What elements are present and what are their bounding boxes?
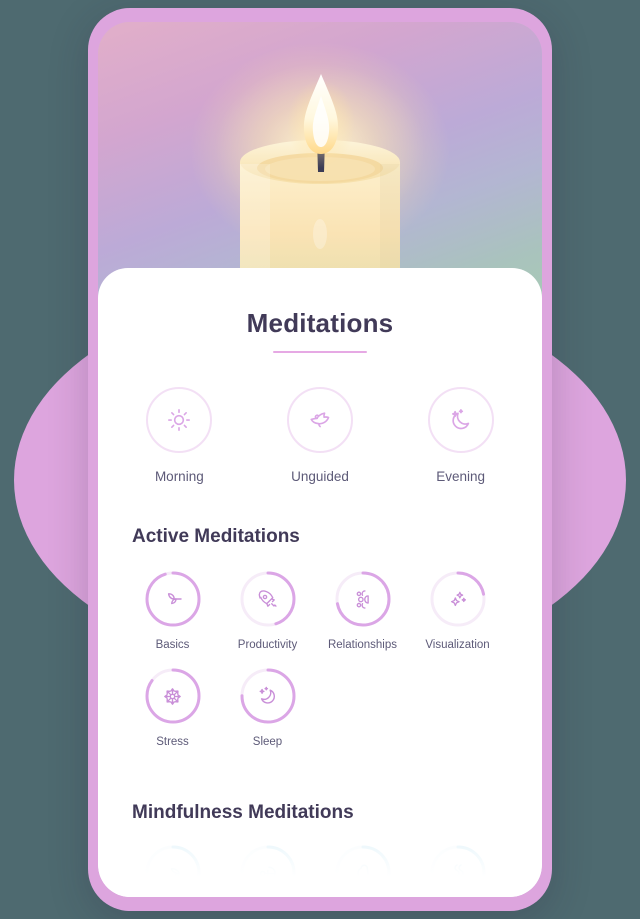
sprout-icon <box>167 593 182 605</box>
dove-icon <box>310 412 330 428</box>
quick-label: Unguided <box>291 469 349 484</box>
icon-wrap <box>239 570 297 628</box>
progress-ring <box>144 667 202 725</box>
progress-ring <box>429 570 487 628</box>
phone-frame: Meditations Morning Unguided Evening Act… <box>88 8 552 911</box>
icon-wrap <box>334 570 392 628</box>
content-card: Meditations Morning Unguided Evening Act… <box>98 268 542 897</box>
progress-ring <box>239 570 297 628</box>
section-title-active: Active Meditations <box>132 526 300 547</box>
progress-ring <box>334 570 392 628</box>
phone-screen: Meditations Morning Unguided Evening Act… <box>98 22 542 897</box>
meditation-label: Sleep <box>252 736 283 748</box>
progress-ring <box>429 844 487 897</box>
icon-wrap <box>429 570 487 628</box>
leaf-icon <box>170 867 180 879</box>
cloud-icon <box>356 864 369 882</box>
progress-ring <box>144 844 202 897</box>
wave-icon <box>453 864 464 883</box>
mindfulness-item-3[interactable] <box>322 844 403 897</box>
quick-icon-circle <box>146 387 213 453</box>
quick-item-evening[interactable]: Evening <box>413 387 508 484</box>
flower-icon <box>164 687 181 705</box>
quick-icon-circle <box>427 387 494 453</box>
meditation-item-sleep[interactable]: Sleep <box>227 667 308 748</box>
quick-category-row: Morning Unguided Evening <box>132 387 508 484</box>
icon-wrap <box>144 844 202 897</box>
moon-stars-icon <box>452 408 470 429</box>
meditation-label: Visualization <box>425 639 490 651</box>
quick-item-morning[interactable]: Morning <box>132 387 227 484</box>
active-meditations-grid: Basics Productivity Relationships Visual… <box>132 570 508 764</box>
meditation-label: Stress <box>156 736 189 748</box>
meditation-item-stress[interactable]: Stress <box>132 667 213 748</box>
anchor-icon <box>259 866 276 880</box>
people-icon <box>356 589 369 609</box>
icon-wrap <box>239 667 297 725</box>
meditation-item-relationships[interactable]: Relationships <box>322 570 403 651</box>
meditation-item-visualization[interactable]: Visualization <box>417 570 498 651</box>
quick-label: Morning <box>154 469 204 484</box>
progress-ring <box>334 844 392 897</box>
section-title-mindfulness: Mindfulness Meditations <box>132 802 354 823</box>
quick-label: Evening <box>436 469 486 484</box>
icon-wrap <box>429 844 487 897</box>
mindfulness-item-2[interactable] <box>227 844 308 897</box>
meditation-item-basics[interactable]: Basics <box>132 570 213 651</box>
rocket-icon <box>258 589 277 607</box>
meditation-label: Productivity <box>237 639 298 651</box>
icon-wrap <box>144 570 202 628</box>
progress-ring <box>239 667 297 725</box>
mindfulness-item-1[interactable] <box>132 844 213 897</box>
sparkles-icon <box>450 591 466 607</box>
page-title: Meditations <box>246 308 394 338</box>
crescent-icon <box>259 686 275 704</box>
icon-wrap <box>144 667 202 725</box>
meditation-label: Relationships <box>327 639 398 651</box>
mindfulness-item-4[interactable] <box>417 844 498 897</box>
meditation-item-productivity[interactable]: Productivity <box>227 570 308 651</box>
sun-icon <box>168 409 191 431</box>
mindfulness-meditations-grid <box>132 844 508 897</box>
quick-icon-circle <box>287 387 353 453</box>
icon-wrap <box>334 844 392 897</box>
title-underline <box>273 351 367 353</box>
meditation-label: Basics <box>155 639 190 651</box>
icon-wrap <box>239 844 297 897</box>
progress-ring <box>239 844 297 897</box>
quick-item-unguided[interactable]: Unguided <box>273 387 368 484</box>
progress-ring <box>144 570 202 628</box>
